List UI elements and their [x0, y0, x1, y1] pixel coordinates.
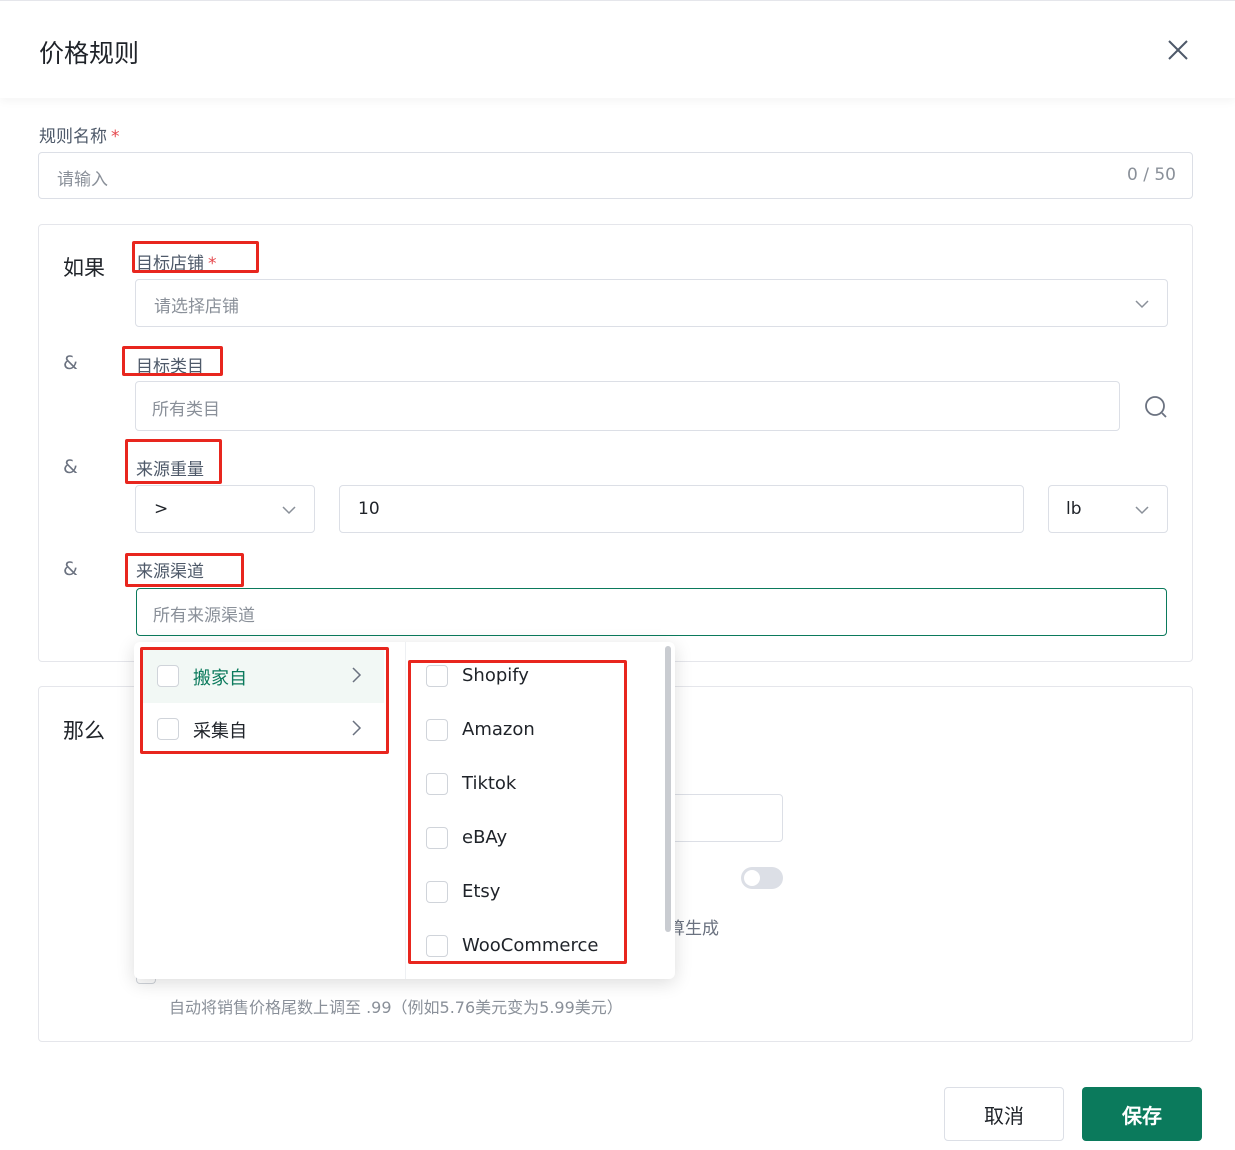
target-category-label: 目标类目	[136, 357, 204, 377]
option-checkbox[interactable]	[426, 773, 448, 795]
chevron-down-icon	[1135, 502, 1149, 521]
option-checkbox[interactable]	[426, 827, 448, 849]
weight-operator-select[interactable]: >	[135, 485, 315, 533]
rounding-description: 自动将销售价格尾数上调至 .99（例如5.76美元变为5.99美元）	[169, 998, 623, 1017]
channel-option[interactable]: Tiktok	[426, 770, 626, 800]
option-checkbox[interactable]	[426, 719, 448, 741]
weight-value-input[interactable]: 10	[339, 485, 1024, 533]
target-store-select[interactable]: 请选择店铺	[135, 279, 1168, 327]
and-symbol: &	[63, 558, 78, 580]
option-checkbox[interactable]	[426, 665, 448, 687]
and-symbol: &	[63, 352, 78, 374]
channel-option[interactable]: Shopify	[426, 662, 626, 692]
char-counter: 0 / 50	[1127, 165, 1176, 185]
and-symbol: &	[63, 456, 78, 478]
option-checkbox[interactable]	[426, 881, 448, 903]
toggle-knob	[744, 870, 760, 886]
dialog-title: 价格规则	[39, 39, 140, 68]
source-weight-label: 来源重量	[136, 460, 204, 480]
then-title: 那么	[63, 719, 105, 743]
toggle-switch[interactable]	[741, 867, 783, 889]
then-partial-text: 算生成	[668, 919, 719, 939]
if-title: 如果	[63, 256, 105, 280]
cascader-group-move[interactable]: 搬家自	[143, 649, 384, 703]
rule-name-input[interactable]: 请输入 0 / 50	[38, 152, 1193, 199]
group-checkbox[interactable]	[157, 665, 179, 687]
cascader-group-collect[interactable]: 采集自	[143, 703, 384, 753]
then-input[interactable]	[660, 794, 783, 842]
cancel-button[interactable]: 取消	[944, 1087, 1064, 1141]
dropdown-divider	[405, 642, 406, 979]
source-channel-label: 来源渠道	[136, 562, 204, 582]
chevron-right-icon	[349, 667, 363, 687]
channel-option[interactable]: WooCommerce	[426, 932, 626, 962]
channel-option[interactable]: eBAy	[426, 824, 626, 854]
source-channel-cascader[interactable]: 所有来源渠道	[136, 588, 1167, 636]
chevron-right-icon	[349, 720, 363, 740]
target-store-label: 目标店铺 *	[136, 254, 217, 274]
dialog-header	[0, 0, 1235, 98]
channel-option[interactable]: Amazon	[426, 716, 626, 746]
search-icon[interactable]	[1143, 394, 1169, 420]
option-checkbox[interactable]	[426, 935, 448, 957]
chevron-down-icon	[282, 502, 296, 521]
target-category-input[interactable]: 所有类目	[135, 381, 1120, 431]
rule-name-label: 规则名称 *	[39, 127, 120, 147]
weight-unit-select[interactable]: lb	[1048, 485, 1168, 533]
dropdown-scrollbar[interactable]	[665, 646, 671, 932]
close-icon[interactable]	[1162, 34, 1194, 66]
chevron-down-icon	[1135, 296, 1149, 315]
channel-option[interactable]: Etsy	[426, 878, 626, 908]
group-checkbox[interactable]	[157, 718, 179, 740]
save-button[interactable]: 保存	[1082, 1087, 1202, 1141]
